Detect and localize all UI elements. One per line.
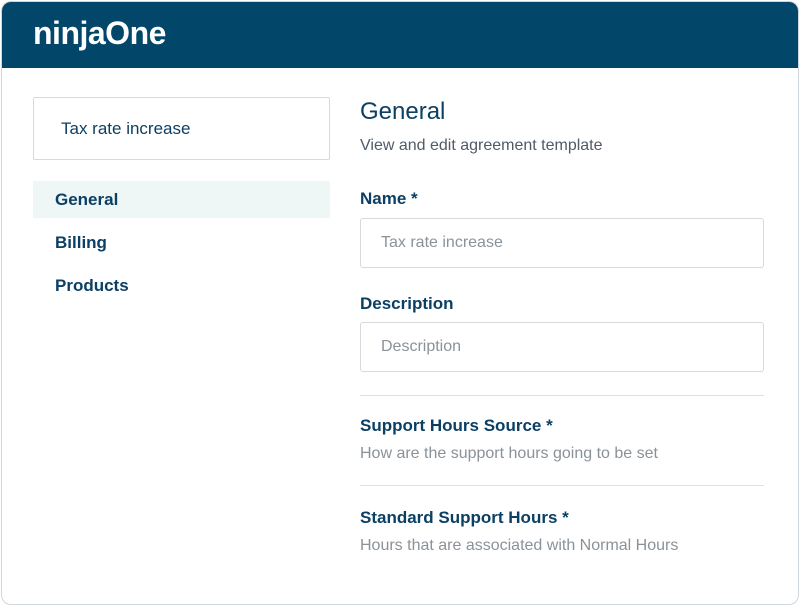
page-subtitle: View and edit agreement template — [360, 137, 603, 154]
name-field[interactable] — [360, 218, 764, 268]
app-window: ninjaOne Tax rate increase General Billi… — [1, 1, 799, 605]
standard-support-hours-label: Standard Support Hours * — [360, 508, 569, 527]
support-hours-source-helper: How are the support hours going to be se… — [360, 445, 658, 462]
support-hours-source-label: Support Hours Source * — [360, 416, 553, 435]
standard-support-hours-helper: Hours that are associated with Normal Ho… — [360, 537, 679, 554]
agreement-title-card: Tax rate increase — [33, 97, 330, 160]
sidebar-item-products[interactable]: Products — [33, 267, 330, 304]
sidebar-item-billing[interactable]: Billing — [33, 224, 330, 261]
sidebar-item-label: Billing — [55, 233, 107, 252]
divider — [360, 395, 764, 396]
top-bar: ninjaOne — [2, 2, 798, 68]
sidebar-item-label: General — [55, 190, 119, 209]
divider — [360, 485, 764, 486]
sidebar-item-general[interactable]: General — [33, 181, 330, 218]
ninjaone-logo[interactable]: ninjaOne — [33, 15, 166, 52]
name-label: Name * — [360, 189, 418, 208]
description-label: Description — [360, 294, 454, 313]
page-title: General — [360, 98, 446, 125]
sidebar-item-label: Products — [55, 276, 129, 295]
agreement-title: Tax rate increase — [61, 119, 191, 138]
description-field[interactable] — [360, 322, 764, 372]
